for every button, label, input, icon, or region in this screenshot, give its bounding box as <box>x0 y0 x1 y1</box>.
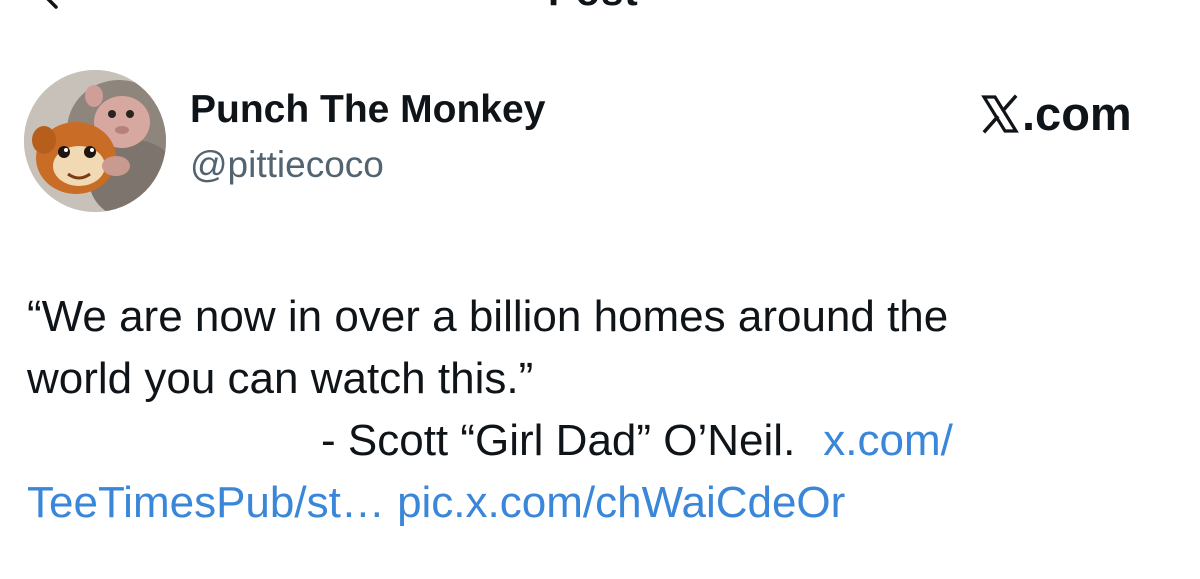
author-handle[interactable]: @pittiecoco <box>190 144 384 186</box>
tweet-line-1: “We are now in over a billion homes arou… <box>27 292 949 341</box>
tweet-line-4: TeeTimesPub/st… pic.x.com/chWaiCdeOr <box>27 472 1177 534</box>
tweet-line-3: - Scott “Girl Dad” O’Neil. x.com/ <box>27 410 1177 472</box>
tweet-body: “We are now in over a billion homes arou… <box>27 286 1177 534</box>
top-header: Post <box>0 0 1200 14</box>
author-name[interactable]: Punch The Monkey <box>190 88 545 132</box>
avatar[interactable] <box>24 70 166 212</box>
quote-attribution: - Scott “Girl Dad” O’Neil. <box>321 416 796 465</box>
header-title: Post <box>548 0 639 14</box>
monkey-with-plush-orangutan-avatar-icon <box>24 70 166 212</box>
tweet-link-start[interactable]: x.com/ <box>823 416 953 465</box>
back-arrow-icon[interactable] <box>44 0 72 10</box>
media-link[interactable]: pic.x.com/chWaiCdeOr <box>397 478 845 527</box>
logo-text: .com <box>1022 87 1132 140</box>
tweet-link-end[interactable]: TeeTimesPub/st… <box>27 478 385 527</box>
x-com-logo: .com <box>980 86 1132 141</box>
tweet-line-2: world you can watch this.” <box>27 354 534 403</box>
x-logo-icon <box>981 94 1019 133</box>
